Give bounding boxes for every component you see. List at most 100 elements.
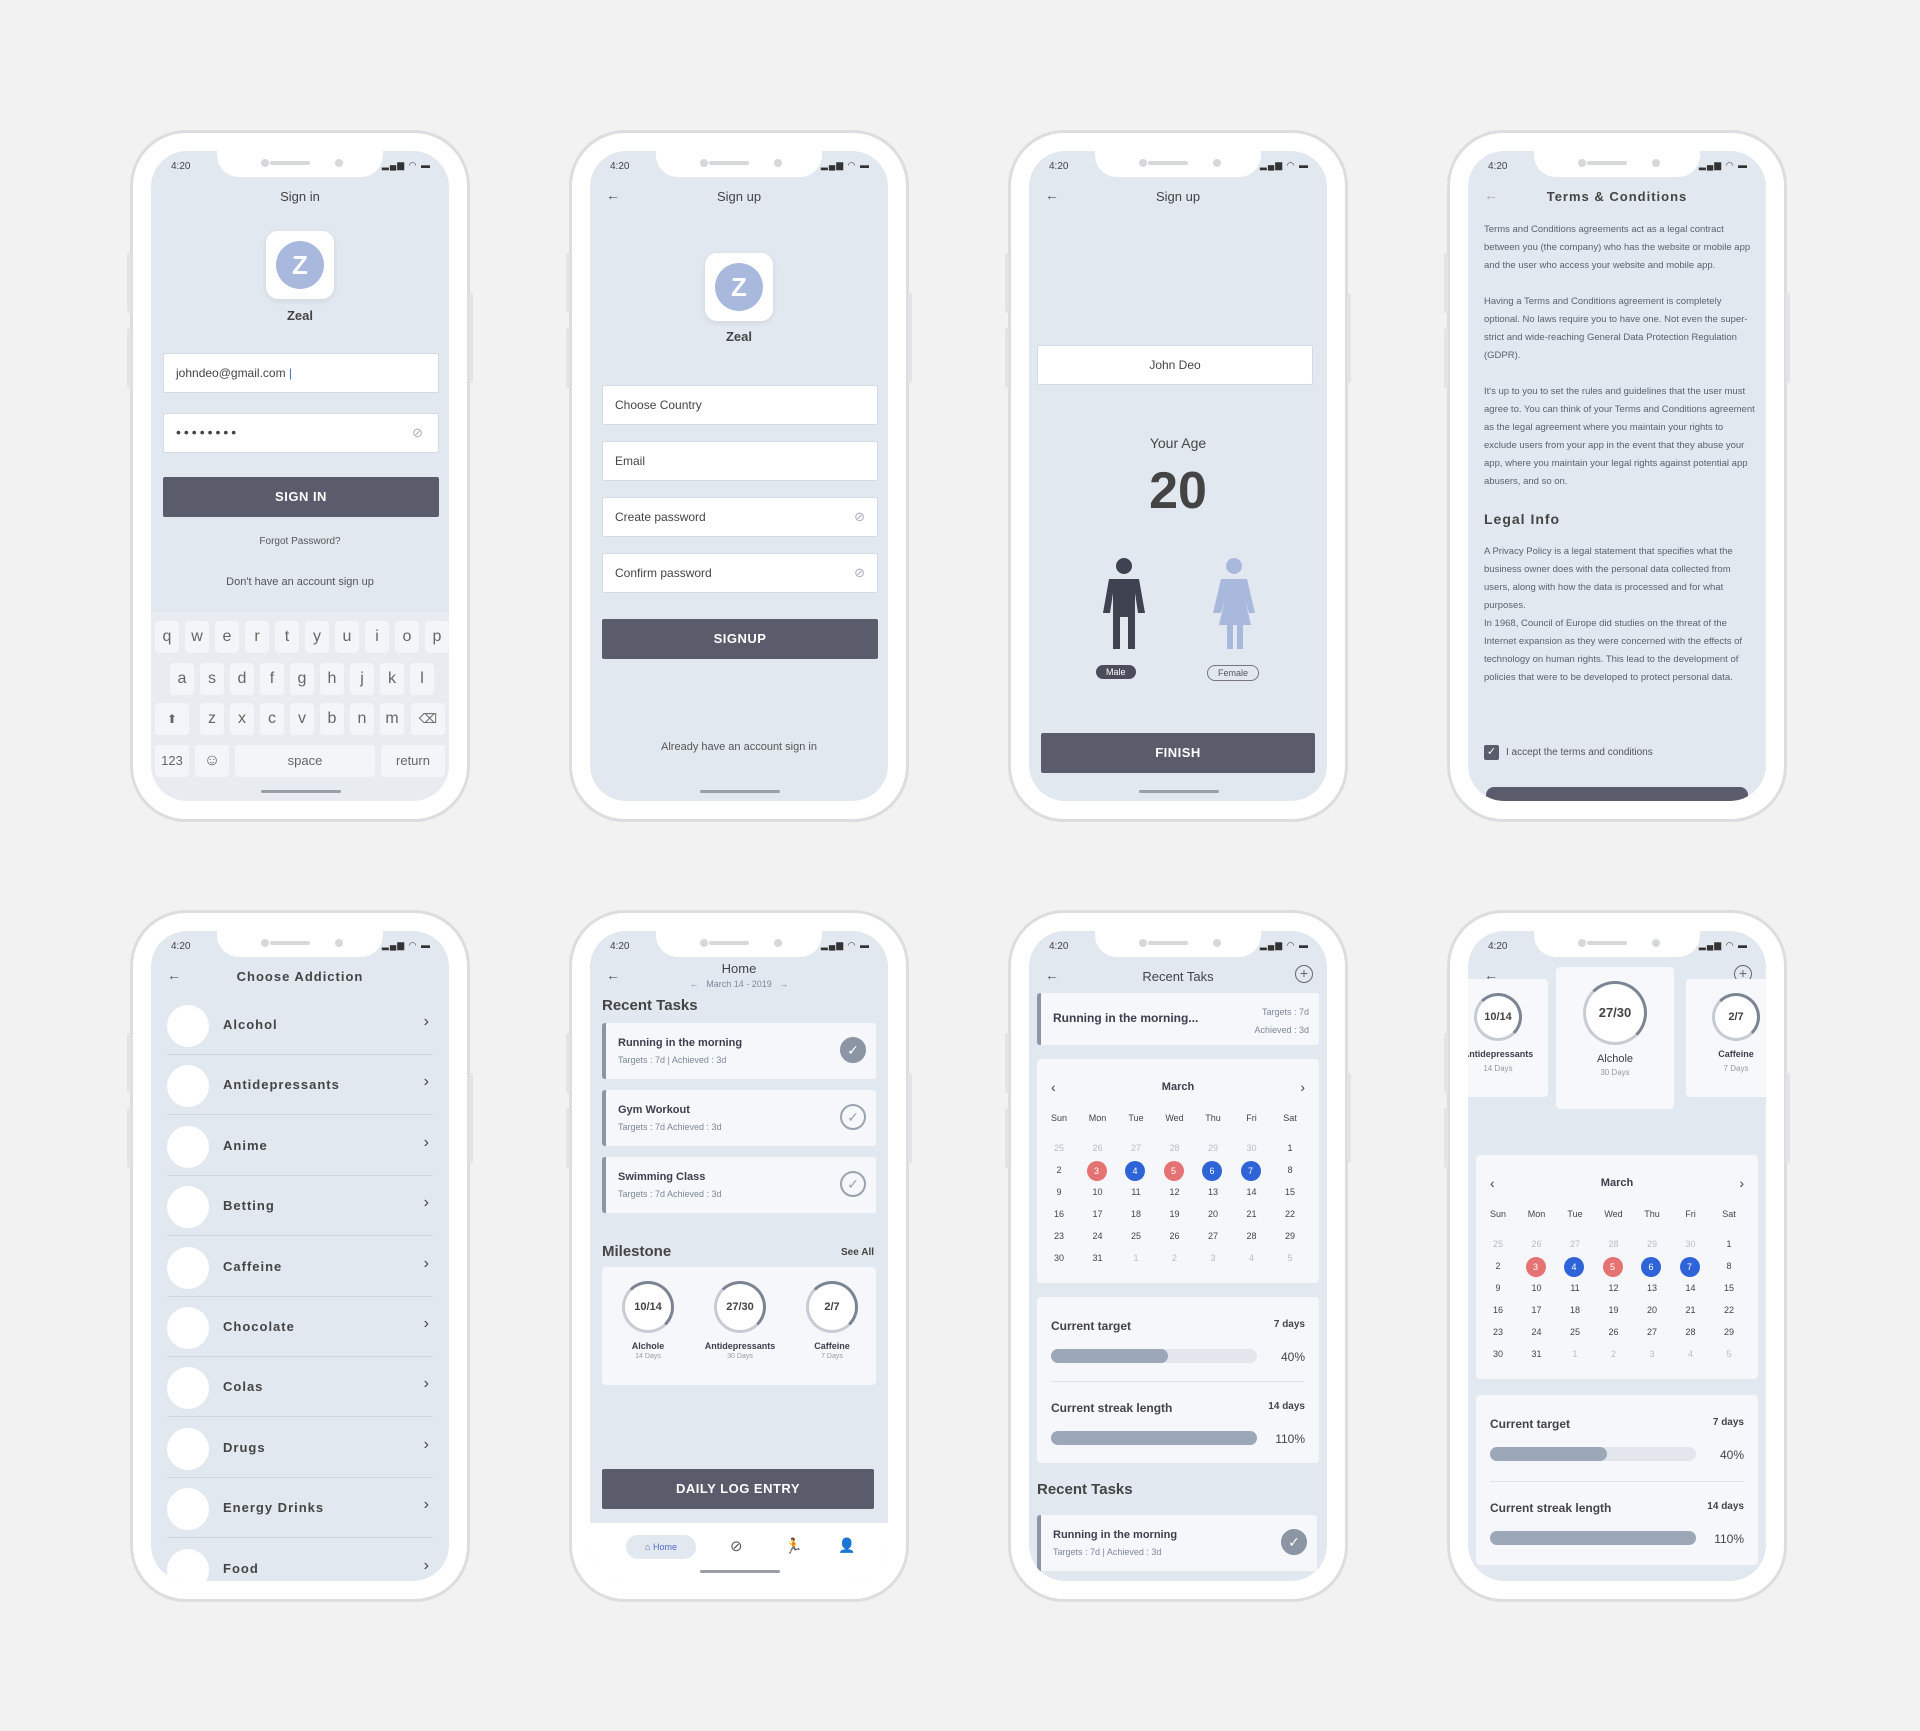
key-i[interactable]: i bbox=[365, 621, 389, 653]
addiction-item[interactable]: Colas › bbox=[167, 1357, 433, 1418]
calendar-day[interactable]: 23 bbox=[1487, 1323, 1509, 1341]
calendar-day[interactable]: 6 bbox=[1641, 1257, 1661, 1277]
key-a[interactable]: a bbox=[170, 663, 194, 695]
addiction-item[interactable]: Alcohol › bbox=[167, 995, 433, 1055]
key-l[interactable]: l bbox=[410, 663, 434, 695]
check-icon[interactable]: ✓ bbox=[840, 1104, 866, 1130]
calendar-day[interactable]: 15 bbox=[1718, 1279, 1740, 1297]
calendar-day[interactable]: 19 bbox=[1164, 1205, 1186, 1223]
calendar-day[interactable]: 3 bbox=[1641, 1345, 1663, 1363]
calendar-day[interactable]: 22 bbox=[1718, 1301, 1740, 1319]
age-value[interactable]: 20 bbox=[1029, 461, 1327, 521]
milestone-ring[interactable]: 10/14 bbox=[622, 1281, 674, 1333]
calendar-day[interactable]: 30 bbox=[1487, 1345, 1509, 1363]
calendar-day[interactable]: 28 bbox=[1241, 1227, 1263, 1245]
key-s[interactable]: s bbox=[200, 663, 224, 695]
calendar-day[interactable]: 24 bbox=[1087, 1227, 1109, 1245]
calendar-day[interactable]: 14 bbox=[1241, 1183, 1263, 1201]
calendar-day[interactable]: 24 bbox=[1526, 1323, 1548, 1341]
addiction-item[interactable]: Food › bbox=[167, 1539, 433, 1581]
emoji-key[interactable]: ☺ bbox=[195, 745, 229, 777]
addiction-item[interactable]: Chocolate › bbox=[167, 1297, 433, 1357]
key-f[interactable]: f bbox=[260, 663, 284, 695]
key-z[interactable]: z bbox=[200, 703, 224, 735]
next-month-icon[interactable]: › bbox=[1300, 1079, 1305, 1095]
calendar-day[interactable]: 11 bbox=[1564, 1279, 1586, 1297]
calendar-day[interactable]: 2 bbox=[1487, 1257, 1509, 1275]
calendar-day[interactable]: 4 bbox=[1241, 1249, 1263, 1267]
key-x[interactable]: x bbox=[230, 703, 254, 735]
daily-log-button[interactable]: DAILY LOG ENTRY bbox=[602, 1469, 874, 1509]
calendar-day[interactable]: 18 bbox=[1564, 1301, 1586, 1319]
calendar-day[interactable]: 25 bbox=[1048, 1139, 1070, 1157]
key-q[interactable]: q bbox=[155, 621, 179, 653]
eye-off-icon[interactable]: ⊘ bbox=[854, 509, 865, 525]
key-o[interactable]: o bbox=[395, 621, 419, 653]
email-field[interactable]: Email bbox=[602, 441, 878, 481]
calendar-day[interactable]: 7 bbox=[1679, 1257, 1700, 1277]
calendar-day[interactable]: 30 bbox=[1680, 1235, 1702, 1253]
addiction-item[interactable]: Energy Drinks › bbox=[167, 1478, 433, 1539]
calendar-day[interactable]: 4 bbox=[1680, 1345, 1702, 1363]
forgot-password-link[interactable]: Forgot Password? bbox=[151, 536, 449, 547]
calendar-day[interactable]: 21 bbox=[1680, 1301, 1702, 1319]
calendar-day[interactable]: 26 bbox=[1164, 1227, 1186, 1245]
calendar-day[interactable]: 29 bbox=[1641, 1235, 1663, 1253]
calendar-day[interactable]: 11 bbox=[1125, 1183, 1147, 1201]
backspace-key[interactable]: ⌫ bbox=[411, 703, 445, 735]
calendar-day[interactable]: 10 bbox=[1087, 1183, 1109, 1201]
signup-button[interactable]: SIGNUP bbox=[602, 619, 878, 659]
calendar-day[interactable]: 25 bbox=[1125, 1227, 1147, 1245]
key-c[interactable]: c bbox=[260, 703, 284, 735]
signin-link[interactable]: Already have an account sign in bbox=[590, 741, 888, 753]
calendar-day[interactable]: 1 bbox=[1279, 1139, 1301, 1157]
calendar-day[interactable]: 31 bbox=[1526, 1345, 1548, 1363]
key-d[interactable]: d bbox=[230, 663, 254, 695]
calendar-day[interactable]: 9 bbox=[1048, 1183, 1070, 1201]
see-all-link[interactable]: See All bbox=[841, 1247, 874, 1258]
calendar-day[interactable]: 16 bbox=[1048, 1205, 1070, 1223]
calendar-day[interactable]: 1 bbox=[1564, 1345, 1586, 1363]
calendar-day[interactable]: 27 bbox=[1202, 1227, 1224, 1245]
calendar-day[interactable]: 18 bbox=[1125, 1205, 1147, 1223]
task-card[interactable]: Running in the morning Targets : 7d | Ach… bbox=[602, 1023, 876, 1079]
calendar-day[interactable]: 26 bbox=[1603, 1323, 1625, 1341]
calendar-day[interactable]: 28 bbox=[1680, 1323, 1702, 1341]
calendar-day[interactable]: 7 bbox=[1240, 1161, 1261, 1181]
calendar-day[interactable]: 25 bbox=[1487, 1235, 1509, 1253]
calendar-day[interactable]: 2 bbox=[1164, 1249, 1186, 1267]
male-badge[interactable]: Male bbox=[1096, 665, 1136, 679]
calendar-day[interactable]: 27 bbox=[1125, 1139, 1147, 1157]
female-figure-icon[interactable] bbox=[1209, 557, 1259, 651]
calendar-day[interactable]: 29 bbox=[1202, 1139, 1224, 1157]
calendar-day[interactable]: 23 bbox=[1048, 1227, 1070, 1245]
shift-key[interactable]: ⬆ bbox=[155, 703, 189, 735]
calendar-day[interactable]: 26 bbox=[1526, 1235, 1548, 1253]
calendar-day[interactable]: 28 bbox=[1164, 1139, 1186, 1157]
name-field[interactable]: John Deo bbox=[1037, 345, 1313, 385]
calendar-day[interactable]: 27 bbox=[1641, 1323, 1663, 1341]
addiction-item[interactable]: Betting › bbox=[167, 1176, 433, 1237]
male-figure-icon[interactable] bbox=[1099, 557, 1149, 651]
milestone-card[interactable]: 27/30 Alchole 30 Days bbox=[1556, 967, 1674, 1109]
create-password-field[interactable]: Create password ⊘ bbox=[602, 497, 878, 537]
addiction-item[interactable]: Antidepressants › bbox=[167, 1055, 433, 1116]
key-y[interactable]: y bbox=[305, 621, 329, 653]
calendar-day[interactable]: 2 bbox=[1603, 1345, 1625, 1363]
key-h[interactable]: h bbox=[320, 663, 344, 695]
date-selector[interactable]: ← March 14 - 2019 → bbox=[590, 979, 888, 989]
task-card[interactable]: Running in the morning Targets : 7d | Ach… bbox=[1037, 1515, 1317, 1571]
calendar-day[interactable]: 1 bbox=[1718, 1235, 1740, 1253]
calendar-day[interactable]: 31 bbox=[1087, 1249, 1109, 1267]
eye-off-icon[interactable]: ⊘ bbox=[854, 565, 865, 581]
calendar-day[interactable]: 26 bbox=[1087, 1139, 1109, 1157]
calendar-day[interactable]: 13 bbox=[1202, 1183, 1224, 1201]
key-w[interactable]: w bbox=[185, 621, 209, 653]
addiction-item[interactable]: Drugs › bbox=[167, 1418, 433, 1478]
female-badge[interactable]: Female bbox=[1207, 665, 1260, 681]
key-p[interactable]: p bbox=[425, 621, 449, 653]
calendar-day[interactable]: 29 bbox=[1718, 1323, 1740, 1341]
accept-checkbox[interactable]: ✓ bbox=[1484, 745, 1499, 760]
calendar-day[interactable]: 17 bbox=[1526, 1301, 1548, 1319]
calendar-day[interactable]: 16 bbox=[1487, 1301, 1509, 1319]
